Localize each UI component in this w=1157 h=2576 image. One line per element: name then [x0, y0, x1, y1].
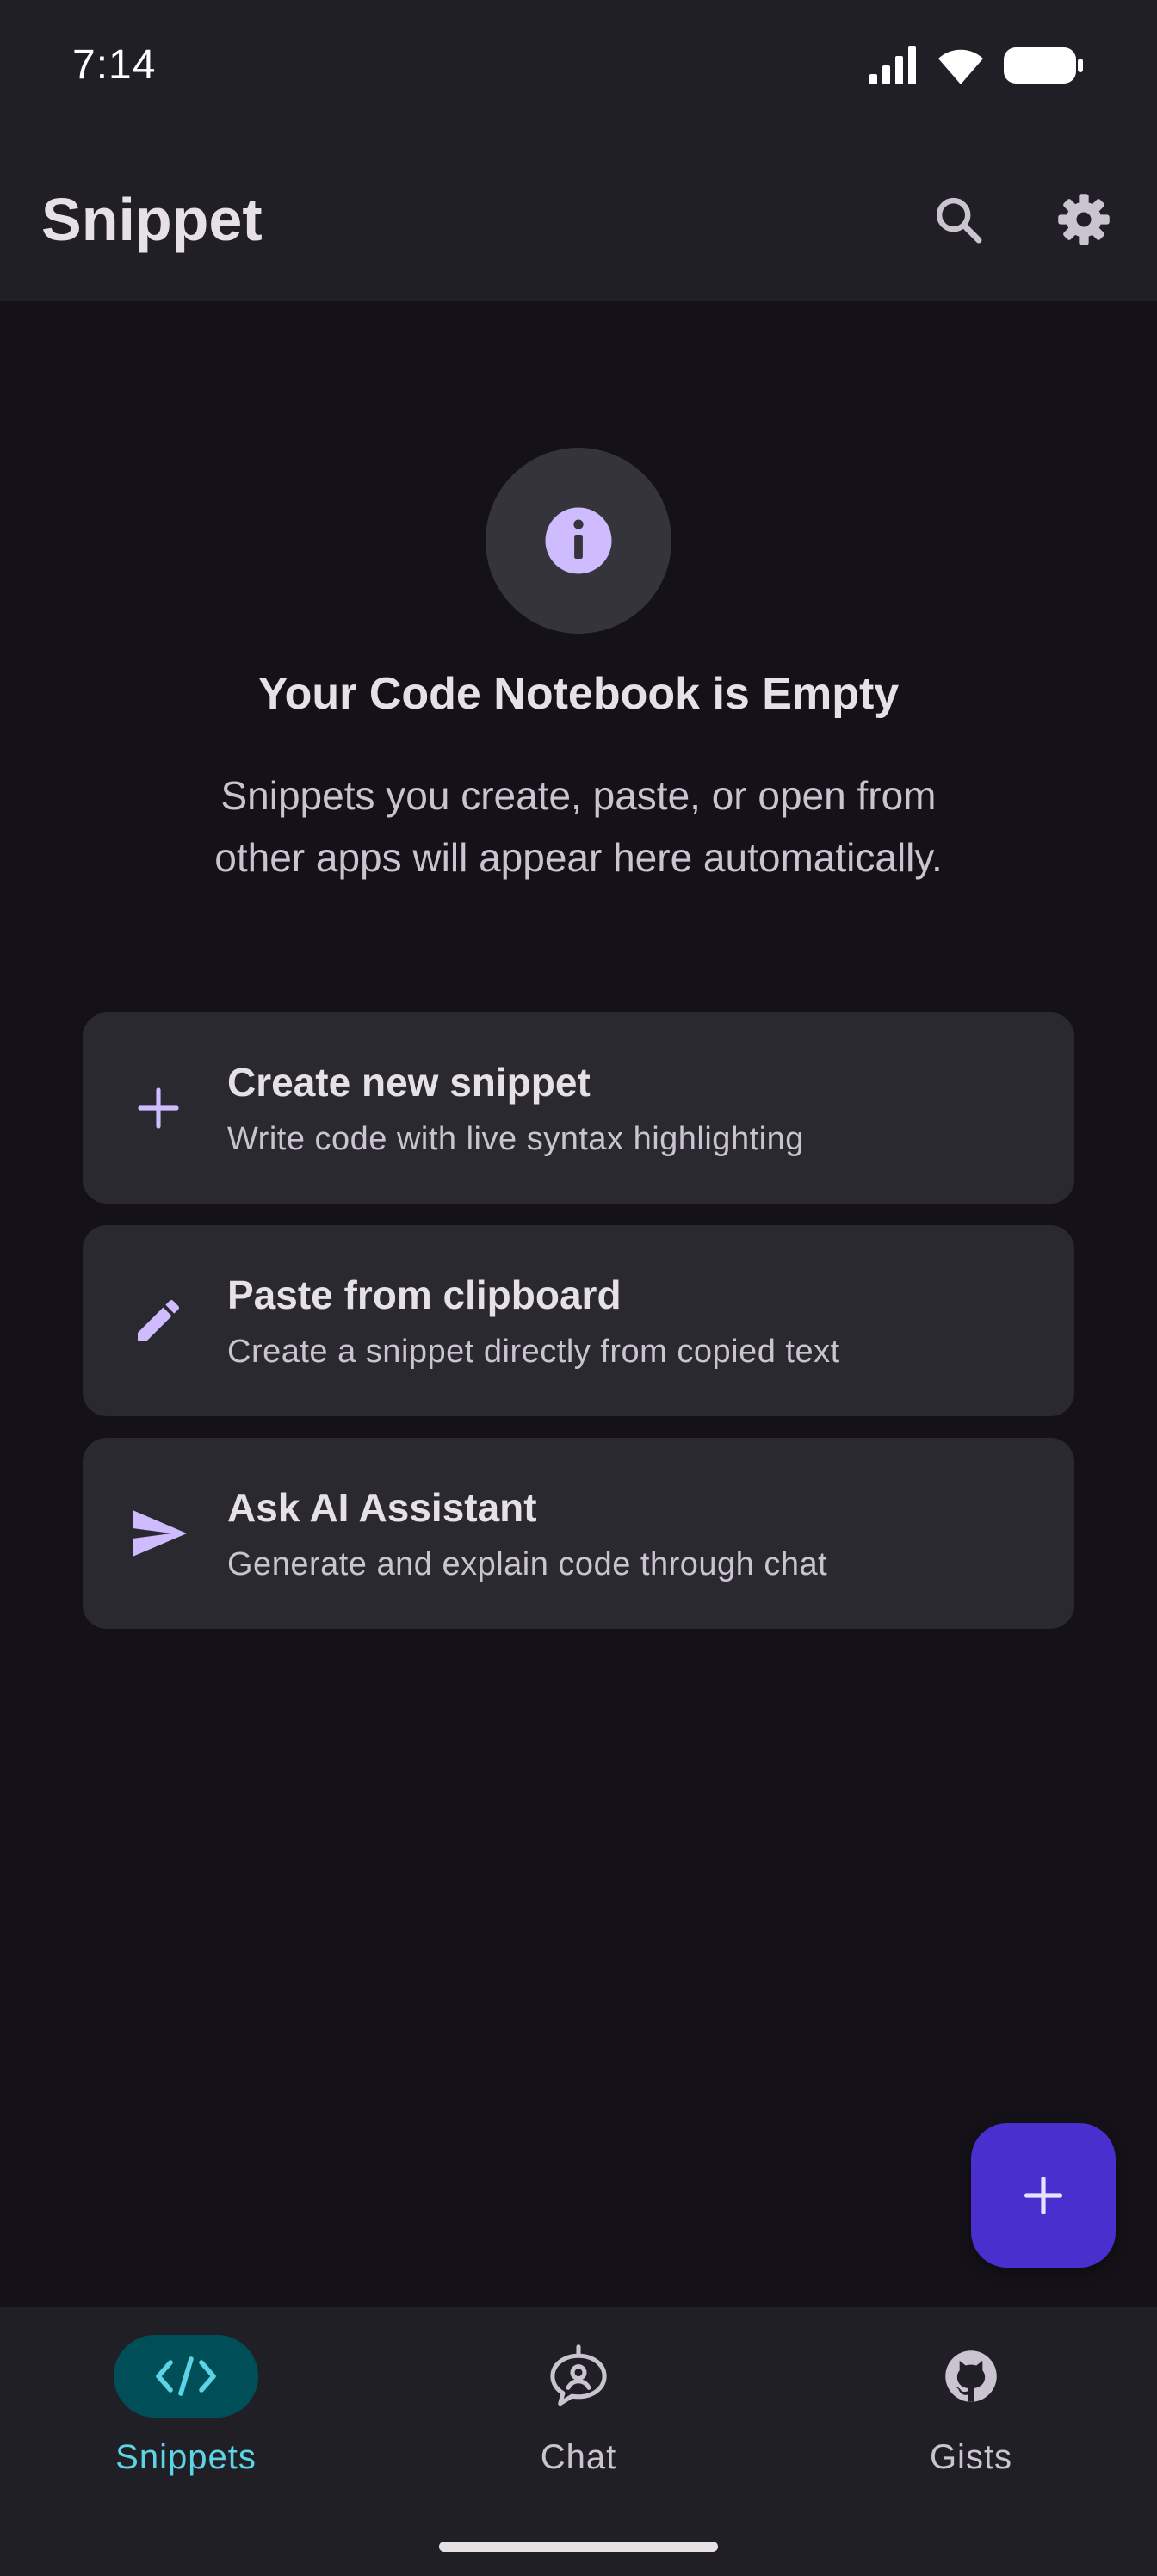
signal-icon	[869, 46, 916, 84]
status-bar: 7:14	[0, 0, 1157, 138]
bottom-navigation: Snippets Chat Gists	[0, 2307, 1157, 2576]
github-icon	[945, 2350, 997, 2402]
nav-label: Gists	[929, 2438, 1013, 2476]
status-icons	[868, 45, 1085, 86]
search-icon	[936, 197, 982, 244]
empty-state-title: Your Code Notebook is Empty	[257, 669, 900, 719]
empty-state-description-line2: other apps will appear here automaticall…	[214, 835, 943, 880]
pencil-icon	[138, 1299, 180, 1341]
card-subtitle: Write code with live syntax highlighting	[227, 1121, 804, 1157]
home-indicator[interactable]	[439, 2542, 718, 2552]
app-title: Snippet	[41, 186, 263, 253]
info-icon	[545, 507, 612, 574]
empty-state-description: Snippets you create, paste, or open from…	[138, 765, 1019, 889]
nav-item-gists[interactable]: Gists	[842, 2335, 1100, 2490]
empty-state-illustration	[486, 448, 671, 634]
search-button[interactable]	[919, 181, 997, 258]
empty-state-description-line1: Snippets you create, paste, or open from	[220, 773, 937, 818]
wifi-icon	[938, 49, 983, 84]
card-subtitle: Create a snippet directly from copied te…	[227, 1334, 840, 1370]
add-snippet-fab[interactable]	[971, 2123, 1116, 2268]
chat-bot-icon	[550, 2344, 607, 2406]
nav-active-indicator	[114, 2335, 258, 2418]
gear-icon	[1058, 194, 1110, 245]
app-bar: Snippet	[0, 138, 1157, 301]
settings-button[interactable]	[1045, 181, 1123, 258]
card-subtitle: Generate and explain code through chat	[227, 1546, 828, 1582]
app-actions	[919, 181, 1123, 258]
battery-icon	[1004, 47, 1083, 84]
nav-item-chat[interactable]: Chat	[449, 2335, 708, 2490]
create-new-snippet-card[interactable]: Create new snippet Write code with live …	[83, 1012, 1074, 1204]
plus-icon	[138, 1087, 179, 1129]
nav-label: Chat	[540, 2438, 617, 2476]
plus-icon	[1024, 2176, 1063, 2215]
code-icon	[156, 2356, 216, 2396]
ask-ai-assistant-card[interactable]: Ask AI Assistant Generate and explain co…	[83, 1438, 1074, 1629]
nav-item-snippets[interactable]: Snippets	[57, 2335, 315, 2490]
send-icon	[133, 1510, 187, 1557]
card-title: Paste from clipboard	[227, 1273, 622, 1317]
status-time: 7:14	[72, 42, 157, 88]
paste-from-clipboard-card[interactable]: Paste from clipboard Create a snippet di…	[83, 1225, 1074, 1416]
card-title: Create new snippet	[227, 1060, 591, 1105]
nav-label: Snippets	[115, 2438, 257, 2476]
card-title: Ask AI Assistant	[227, 1485, 537, 1530]
